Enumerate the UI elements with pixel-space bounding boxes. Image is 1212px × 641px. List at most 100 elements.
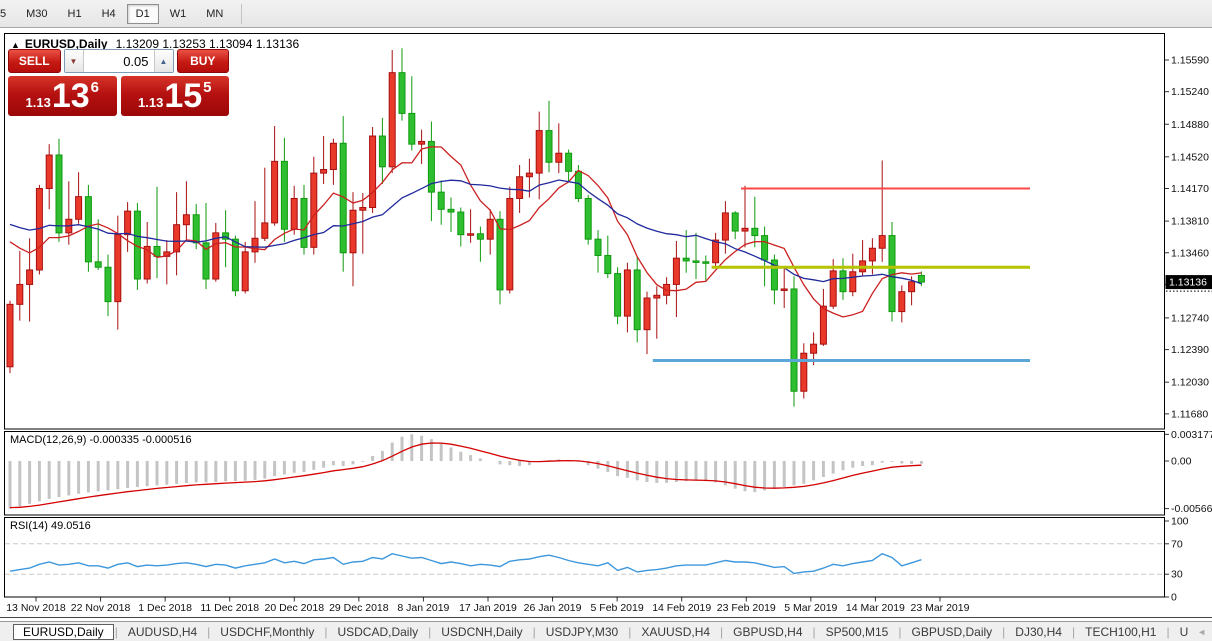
tab-separator: | (898, 625, 901, 639)
candle (7, 304, 13, 366)
svg-text:20 Dec 2018: 20 Dec 2018 (265, 602, 325, 614)
candle (125, 211, 131, 235)
chart-tab-usdcad-daily[interactable]: USDCAD,Daily (328, 624, 427, 640)
candle (17, 284, 23, 304)
timeframe-button-h1[interactable]: H1 (59, 4, 91, 24)
chart-tab-xauusd-h4[interactable]: XAUUSD,H4 (632, 624, 719, 640)
timeframe-toolbar: 5M30H1H4D1W1MN (0, 0, 1212, 28)
svg-text:5 Mar 2019: 5 Mar 2019 (784, 602, 837, 614)
svg-text:1.12030: 1.12030 (1171, 377, 1209, 389)
candle (634, 270, 640, 330)
tab-separator: | (428, 625, 431, 639)
tab-separator: | (324, 625, 327, 639)
candle (291, 198, 297, 229)
candle (379, 136, 385, 167)
candle (703, 262, 709, 264)
candle (330, 143, 336, 169)
svg-text:30: 30 (1171, 569, 1183, 581)
svg-text:1.14880: 1.14880 (1171, 119, 1209, 131)
candle (321, 170, 327, 174)
candle (879, 236, 885, 249)
svg-text:26 Jan 2019: 26 Jan 2019 (524, 602, 582, 614)
svg-text:8 Jan 2019: 8 Jan 2019 (397, 602, 449, 614)
svg-text:1.13136: 1.13136 (1169, 277, 1207, 289)
chart-tab-sp500-m15[interactable]: SP500,M15 (817, 624, 898, 640)
timeframe-button-w1[interactable]: W1 (161, 4, 196, 24)
price-axis-labels[interactable]: 1.155901.152401.148801.145201.141701.138… (1165, 55, 1209, 421)
candle (477, 234, 483, 239)
candle (281, 161, 287, 229)
chart-tab-eurusd-daily[interactable]: EURUSD,Daily (13, 624, 114, 640)
candle (272, 161, 278, 223)
candle (909, 282, 915, 292)
candle (438, 192, 444, 209)
tabs-scroll-left-icon[interactable]: ◄ (1197, 627, 1206, 637)
candle (869, 248, 875, 261)
candle (242, 252, 248, 291)
tabs-scroll-arrows: ◄► (1197, 627, 1212, 637)
candle (409, 113, 415, 144)
candle (781, 289, 787, 291)
volume-stepper: ▼ ▲ (64, 49, 174, 73)
timeframe-button-m30[interactable]: M30 (17, 4, 56, 24)
candle (213, 233, 219, 279)
svg-text:1.13460: 1.13460 (1171, 247, 1209, 259)
svg-text:1.15590: 1.15590 (1171, 55, 1209, 67)
date-axis-labels[interactable]: 13 Nov 201822 Nov 20181 Dec 201811 Dec 2… (6, 598, 969, 615)
sell-button[interactable]: SELL (8, 49, 61, 73)
chart-tab-gbpusd-daily[interactable]: GBPUSD,Daily (902, 624, 1001, 640)
buy-price-prefix: 1.13 (138, 95, 163, 110)
candle (517, 177, 523, 199)
chart-tab-gbpusd-h4[interactable]: GBPUSD,H4 (724, 624, 811, 640)
svg-text:11 Dec 2018: 11 Dec 2018 (200, 602, 259, 614)
candle (752, 228, 758, 235)
svg-text:5 Feb 2019: 5 Feb 2019 (591, 602, 644, 614)
volume-input[interactable] (84, 50, 154, 72)
candle (742, 228, 748, 231)
candle (722, 213, 728, 240)
svg-text:1.14170: 1.14170 (1171, 183, 1209, 195)
svg-text:0.00: 0.00 (1171, 456, 1192, 468)
candle (27, 270, 33, 284)
one-click-trading-panel: SELL ▼ ▲ BUY 1.13 13 6 1.13 15 5 (8, 49, 229, 116)
candle (899, 292, 905, 312)
candle (526, 173, 532, 177)
chart-tab-usdchf-monthly[interactable]: USDCHF,Monthly (211, 624, 323, 640)
svg-text:22 Nov 2018: 22 Nov 2018 (71, 602, 131, 614)
tab-separator: | (813, 625, 816, 639)
chart-tab-usdcnh-daily[interactable]: USDCNH,Daily (432, 624, 531, 640)
candle (350, 210, 356, 253)
timeframe-button-mn[interactable]: MN (197, 4, 232, 24)
chart-tab-dj30-h4[interactable]: DJ30,H4 (1006, 624, 1071, 640)
candle (301, 198, 307, 247)
candle (468, 234, 474, 236)
candle (918, 275, 924, 282)
svg-text:70: 70 (1171, 538, 1183, 550)
chart-tab-partial[interactable]: U (1171, 624, 1198, 640)
chart-tab-usdjpy-m30[interactable]: USDJPY,M30 (537, 624, 627, 640)
timeframe-button-h4[interactable]: H4 (93, 4, 125, 24)
candle (183, 215, 189, 225)
candle (605, 255, 611, 273)
candle (791, 289, 797, 391)
buy-button[interactable]: BUY (177, 49, 230, 73)
candle (615, 274, 621, 317)
chart-tab-audusd-h4[interactable]: AUDUSD,H4 (119, 624, 206, 640)
candle (105, 267, 111, 301)
candle (762, 236, 768, 260)
volume-increase-icon[interactable]: ▲ (154, 50, 173, 72)
timeframe-button-5[interactable]: 5 (0, 4, 15, 24)
indicator-axis-labels: 0.0031770.00-0.00566710070300 (1165, 429, 1212, 604)
svg-text:23 Feb 2019: 23 Feb 2019 (717, 602, 776, 614)
macd-label: MACD(12,26,9) -0.000335 -0.000516 (10, 434, 192, 446)
timeframe-button-d1[interactable]: D1 (127, 4, 159, 24)
candle (546, 131, 552, 163)
chart-tab-tech100-h1[interactable]: TECH100,H1 (1076, 624, 1165, 640)
candle (536, 131, 542, 174)
candle (624, 270, 630, 316)
volume-decrease-icon[interactable]: ▼ (65, 50, 84, 72)
sell-price-prefix: 1.13 (26, 95, 51, 110)
candle (566, 153, 572, 171)
tab-separator: | (207, 625, 210, 639)
candle (193, 215, 199, 243)
